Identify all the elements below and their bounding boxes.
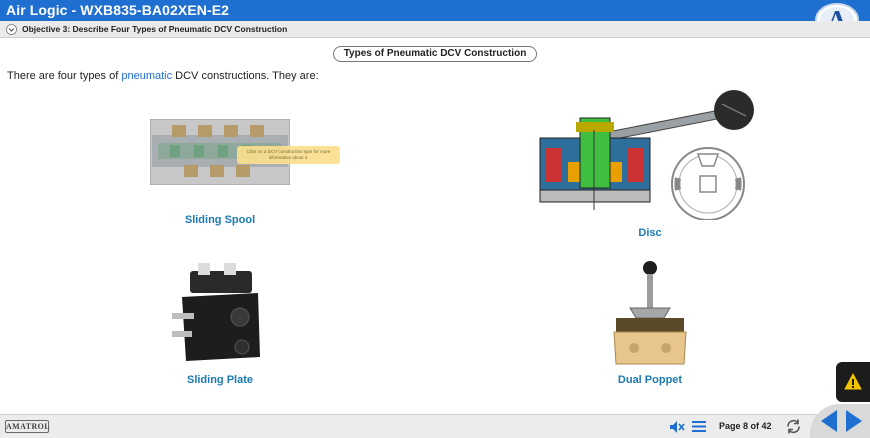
caption-disc[interactable]: Disc bbox=[600, 227, 700, 239]
hint-tooltip: Click on a DCV construction type for mor… bbox=[237, 146, 340, 164]
objective-bar[interactable]: Objective 3: Describe Four Types of Pneu… bbox=[0, 21, 870, 38]
prev-arrow-icon[interactable] bbox=[820, 409, 838, 433]
next-arrow-icon[interactable] bbox=[845, 409, 863, 433]
disc-image[interactable] bbox=[538, 90, 788, 220]
dual-poppet-image[interactable] bbox=[608, 260, 692, 368]
section-title: Types of Pneumatic DCV Construction bbox=[333, 46, 537, 62]
warning-icon[interactable] bbox=[844, 373, 862, 390]
app-window: Air Logic - WXB835-BA02XEN-E2 A Objectiv… bbox=[0, 0, 870, 438]
intro-after: DCV constructions. They are: bbox=[172, 70, 319, 82]
intro-text: There are four types of pneumatic DCV co… bbox=[7, 70, 319, 82]
objective-label: Objective 3: Describe Four Types of Pneu… bbox=[22, 24, 288, 34]
course-title: Air Logic - WXB835-BA02XEN-E2 bbox=[6, 2, 230, 18]
warning-tab[interactable] bbox=[836, 362, 870, 402]
intro-before: There are four types of bbox=[7, 70, 122, 82]
glossary-link-pneumatic[interactable]: pneumatic bbox=[121, 70, 172, 82]
caption-sliding-plate[interactable]: Sliding Plate bbox=[170, 374, 270, 386]
sliding-plate-image[interactable] bbox=[172, 261, 268, 366]
caption-dual-poppet[interactable]: Dual Poppet bbox=[600, 374, 700, 386]
title-bar: Air Logic - WXB835-BA02XEN-E2 bbox=[0, 0, 870, 21]
nav-layer bbox=[0, 404, 870, 438]
caption-sliding-spool[interactable]: Sliding Spool bbox=[170, 214, 270, 226]
chevron-down-icon[interactable] bbox=[6, 24, 17, 35]
